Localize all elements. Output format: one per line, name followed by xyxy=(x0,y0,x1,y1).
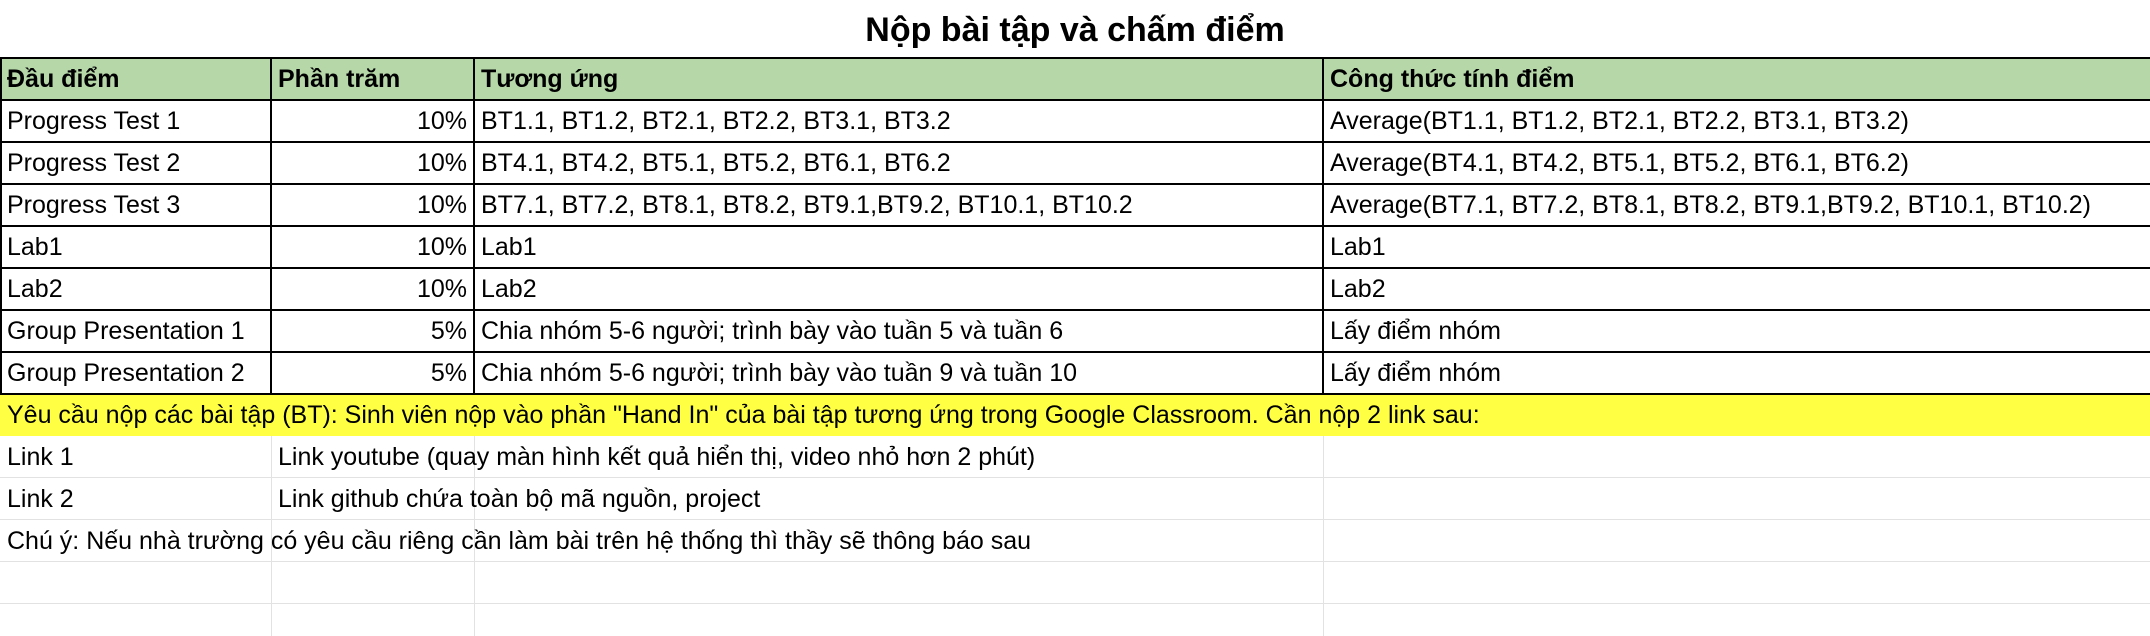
cell-category[interactable]: Progress Test 3 xyxy=(0,184,271,226)
cell-link-desc[interactable]: Link github chứa toàn bộ mã nguồn, proje… xyxy=(271,478,1323,520)
cell-formula[interactable]: Lab2 xyxy=(1323,268,2150,310)
cell-percent[interactable]: 5% xyxy=(271,352,474,394)
header-cell-category[interactable]: Đầu điểm xyxy=(0,58,271,100)
cell-category[interactable]: Progress Test 2 xyxy=(0,142,271,184)
cell-items[interactable]: BT4.1, BT4.2, BT5.1, BT5.2, BT6.1, BT6.2 xyxy=(474,142,1323,184)
cell-formula[interactable]: Lấy điểm nhóm xyxy=(1323,310,2150,352)
cell-percent[interactable]: 10% xyxy=(271,142,474,184)
cell-percent[interactable]: 10% xyxy=(271,268,474,310)
cell-category[interactable]: Lab2 xyxy=(0,268,271,310)
notice-cell[interactable]: Yêu cầu nộp các bài tập (BT): Sinh viên … xyxy=(0,394,2150,436)
cell-formula[interactable]: Average(BT1.1, BT1.2, BT2.1, BT2.2, BT3.… xyxy=(1323,100,2150,142)
cell-link-label[interactable]: Link 2 xyxy=(0,478,271,520)
table-border xyxy=(0,57,2150,59)
table-border xyxy=(0,309,2150,311)
table-row[interactable]: Progress Test 1 10% BT1.1, BT1.2, BT2.1,… xyxy=(0,100,2150,142)
header-cell-items[interactable]: Tương ứng xyxy=(474,58,1323,100)
table-row[interactable]: Lab2 10% Lab2 Lab2 xyxy=(0,268,2150,310)
header-cell-formula[interactable]: Công thức tính điểm xyxy=(1323,58,2150,100)
table-row[interactable]: Progress Test 3 10% BT7.1, BT7.2, BT8.1,… xyxy=(0,184,2150,226)
cell-items[interactable]: BT7.1, BT7.2, BT8.1, BT8.2, BT9.1,BT9.2,… xyxy=(474,184,1323,226)
link-row[interactable]: Link 1 Link youtube (quay màn hình kết q… xyxy=(0,436,2150,478)
cell-percent[interactable]: 5% xyxy=(271,310,474,352)
cell-category[interactable]: Group Presentation 1 xyxy=(0,310,271,352)
table-border xyxy=(0,393,2150,395)
sheet-title: Nộp bài tập và chấm điểm xyxy=(865,11,1285,49)
cell-category[interactable]: Progress Test 1 xyxy=(0,100,271,142)
cell-formula[interactable]: Lấy điểm nhóm xyxy=(1323,352,2150,394)
cell-link-label[interactable]: Link 1 xyxy=(0,436,271,478)
table-border xyxy=(0,225,2150,227)
spreadsheet-grid[interactable]: Nộp bài tập và chấm điểm Đầu điểm Phần t… xyxy=(0,0,2150,636)
table-border xyxy=(0,99,2150,101)
table-row[interactable]: Lab1 10% Lab1 Lab1 xyxy=(0,226,2150,268)
cell-items[interactable]: Lab2 xyxy=(474,268,1323,310)
cell-items[interactable]: Lab1 xyxy=(474,226,1323,268)
cell-items[interactable]: Chia nhóm 5-6 người; trình bày vào tuần … xyxy=(474,352,1323,394)
cell-formula[interactable]: Average(BT4.1, BT4.2, BT5.1, BT5.2, BT6.… xyxy=(1323,142,2150,184)
cell-percent[interactable]: 10% xyxy=(271,100,474,142)
table-border xyxy=(0,57,2,395)
table-row[interactable]: Group Presentation 2 5% Chia nhóm 5-6 ng… xyxy=(0,352,2150,394)
table-border xyxy=(270,57,272,395)
note-row[interactable]: Chú ý: Nếu nhà trường có yêu cầu riêng c… xyxy=(0,520,2150,562)
gridline xyxy=(0,603,2150,604)
table-border xyxy=(1322,57,1324,395)
table-border xyxy=(0,351,2150,353)
cell-formula[interactable]: Average(BT7.1, BT7.2, BT8.1, BT8.2, BT9.… xyxy=(1323,184,2150,226)
table-row[interactable]: Group Presentation 1 5% Chia nhóm 5-6 ng… xyxy=(0,310,2150,352)
table-row[interactable]: Progress Test 2 10% BT4.1, BT4.2, BT5.1,… xyxy=(0,142,2150,184)
cell-percent[interactable]: 10% xyxy=(271,226,474,268)
header-row[interactable]: Đầu điểm Phần trăm Tương ứng Công thức t… xyxy=(0,58,2150,100)
table-border xyxy=(0,141,2150,143)
cell-formula[interactable]: Lab1 xyxy=(1323,226,2150,268)
cell-link-desc[interactable]: Link youtube (quay màn hình kết quả hiển… xyxy=(271,436,1323,478)
link-row[interactable]: Link 2 Link github chứa toàn bộ mã nguồn… xyxy=(0,478,2150,520)
table-border xyxy=(0,183,2150,185)
table-border xyxy=(0,267,2150,269)
table-border xyxy=(473,57,475,395)
cell-note[interactable]: Chú ý: Nếu nhà trường có yêu cầu riêng c… xyxy=(0,520,1323,562)
notice-row[interactable]: Yêu cầu nộp các bài tập (BT): Sinh viên … xyxy=(0,394,2150,436)
cell-category[interactable]: Lab1 xyxy=(0,226,271,268)
cell-percent[interactable]: 10% xyxy=(271,184,474,226)
cell-category[interactable]: Group Presentation 2 xyxy=(0,352,271,394)
cell-items[interactable]: Chia nhóm 5-6 người; trình bày vào tuần … xyxy=(474,310,1323,352)
cell-items[interactable]: BT1.1, BT1.2, BT2.1, BT2.2, BT3.1, BT3.2 xyxy=(474,100,1323,142)
header-cell-percent[interactable]: Phần trăm xyxy=(271,58,474,100)
title-row[interactable]: Nộp bài tập và chấm điểm xyxy=(0,0,2150,58)
